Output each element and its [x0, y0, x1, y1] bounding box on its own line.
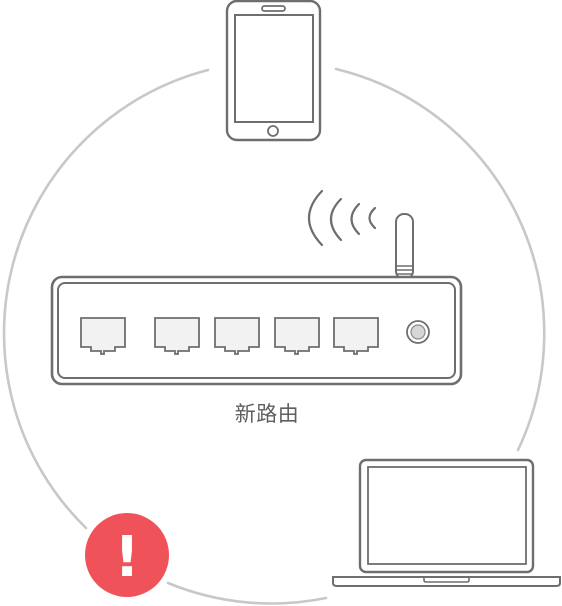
smartphone-icon	[225, 0, 322, 142]
alert-icon: !	[85, 513, 169, 597]
router-label: 新路由	[234, 402, 300, 426]
network-diagram: !	[2, 0, 561, 605]
alert-symbol: !	[114, 525, 140, 590]
router-antenna	[395, 213, 414, 280]
laptop-icon	[332, 458, 561, 587]
power-button	[406, 320, 430, 344]
wifi-signal-icon	[308, 189, 377, 247]
ring-segment-bottom	[166, 581, 328, 605]
ring-segment-top-right	[334, 67, 546, 452]
